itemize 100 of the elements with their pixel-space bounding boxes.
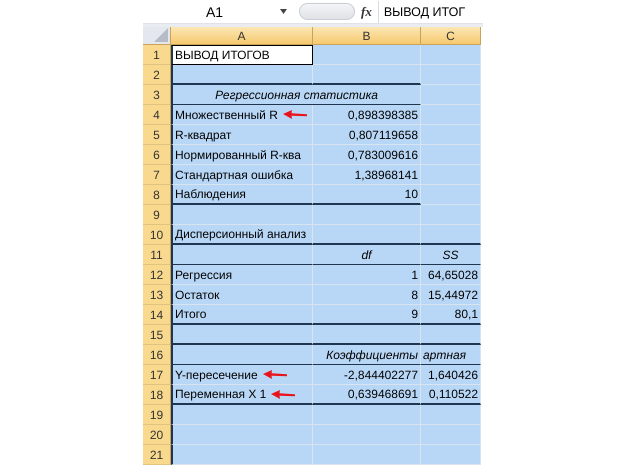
spreadsheet-cell[interactable] bbox=[421, 445, 481, 465]
row-header[interactable]: 11 bbox=[143, 245, 171, 265]
spreadsheet-cell[interactable] bbox=[171, 325, 313, 345]
cell-text: 1 bbox=[411, 268, 418, 282]
spreadsheet-cell[interactable]: df bbox=[313, 245, 421, 265]
select-all-button[interactable] bbox=[143, 27, 171, 45]
spreadsheet-cell[interactable] bbox=[421, 405, 481, 425]
cell-text: Регрессия bbox=[175, 268, 232, 282]
spreadsheet-cell[interactable] bbox=[313, 45, 421, 65]
spreadsheet-cell[interactable]: 0,807119658 bbox=[313, 125, 421, 145]
row-header[interactable]: 16 bbox=[143, 345, 171, 365]
spreadsheet-cell[interactable]: Остаток bbox=[171, 285, 313, 305]
spreadsheet-cell[interactable] bbox=[171, 405, 313, 425]
cell-text: Наблюдения bbox=[175, 187, 246, 201]
spreadsheet-cell[interactable]: Итого bbox=[171, 305, 313, 325]
spreadsheet-cell[interactable]: Нормированный R-ква bbox=[171, 145, 313, 165]
row-header[interactable]: 15 bbox=[143, 325, 171, 345]
spreadsheet-cell[interactable]: Дисперсионный анализ bbox=[171, 225, 313, 245]
splitter-handle[interactable] bbox=[299, 3, 355, 20]
row-header[interactable]: 8 bbox=[143, 185, 171, 205]
spreadsheet-cell[interactable]: 0,783009616 bbox=[313, 145, 421, 165]
spreadsheet-cell[interactable] bbox=[313, 425, 421, 445]
spreadsheet-cell[interactable]: 0,898398385 bbox=[313, 105, 421, 125]
spreadsheet-cell[interactable] bbox=[421, 65, 481, 85]
spreadsheet-cell[interactable]: Переменная X 1 bbox=[171, 385, 313, 405]
spreadsheet-cell[interactable]: 15,44972 bbox=[421, 285, 481, 305]
spreadsheet-cell[interactable] bbox=[421, 205, 481, 225]
spreadsheet-cell[interactable]: ВЫВОД ИТОГОВ bbox=[171, 45, 313, 65]
spreadsheet-cell[interactable]: 8 bbox=[313, 285, 421, 305]
spreadsheet-cell[interactable]: Регрессионная статистика bbox=[171, 85, 421, 105]
spreadsheet-cell[interactable] bbox=[421, 105, 481, 125]
spreadsheet-cell[interactable]: 0,110522 bbox=[421, 385, 481, 405]
spreadsheet-cell[interactable] bbox=[313, 205, 421, 225]
spreadsheet-cell[interactable] bbox=[313, 225, 421, 245]
spreadsheet-cell[interactable] bbox=[171, 245, 313, 265]
row-header[interactable]: 13 bbox=[143, 285, 171, 305]
spreadsheet-cell[interactable] bbox=[313, 65, 421, 85]
spreadsheet-cell[interactable] bbox=[421, 425, 481, 445]
spreadsheet-cell[interactable] bbox=[171, 65, 313, 85]
spreadsheet-cell[interactable]: 64,65028 bbox=[421, 265, 481, 285]
spreadsheet-cell[interactable]: Коэффициенты bbox=[313, 345, 421, 365]
cell-text: 10 bbox=[404, 187, 418, 201]
column-header[interactable]: B bbox=[313, 27, 421, 45]
column-header[interactable]: A bbox=[171, 27, 313, 45]
spreadsheet-cell[interactable] bbox=[421, 125, 481, 145]
spreadsheet-cell[interactable]: 1,640426 bbox=[421, 365, 481, 385]
spreadsheet-cell[interactable]: Регрессия bbox=[171, 265, 313, 285]
row-header[interactable]: 21 bbox=[143, 445, 171, 465]
row-header[interactable]: 3 bbox=[143, 85, 171, 105]
spreadsheet-cell[interactable] bbox=[421, 325, 481, 345]
spreadsheet-cell[interactable]: Наблюдения bbox=[171, 185, 313, 205]
spreadsheet-cell[interactable] bbox=[421, 225, 481, 245]
cell-text: 15,44972 bbox=[428, 288, 478, 302]
spreadsheet-cell[interactable]: 1 bbox=[313, 265, 421, 285]
spreadsheet-cell[interactable]: SS bbox=[421, 245, 481, 265]
column-header[interactable]: C bbox=[421, 27, 481, 45]
row-header[interactable]: 14 bbox=[143, 305, 171, 325]
spreadsheet-cell[interactable] bbox=[421, 165, 481, 185]
spreadsheet-cell[interactable]: Множественный R bbox=[171, 105, 313, 125]
row-header[interactable]: 6 bbox=[143, 145, 171, 165]
spreadsheet-cell[interactable] bbox=[171, 205, 313, 225]
spreadsheet-cell[interactable] bbox=[313, 325, 421, 345]
spreadsheet-cell[interactable] bbox=[313, 405, 421, 425]
cell-text: Множественный R bbox=[175, 108, 278, 122]
row-header[interactable]: 20 bbox=[143, 425, 171, 445]
row-header[interactable]: 1 bbox=[143, 45, 171, 65]
spreadsheet-cell[interactable]: 10 bbox=[313, 185, 421, 205]
triangle-icon[interactable] bbox=[154, 28, 168, 42]
spreadsheet-cell[interactable]: 0,639468691 bbox=[313, 385, 421, 405]
row-header[interactable]: 17 bbox=[143, 365, 171, 385]
spreadsheet-cell[interactable]: R-квадрат bbox=[171, 125, 313, 145]
name-box[interactable]: A1 bbox=[143, 2, 293, 22]
spreadsheet-cell[interactable]: 9 bbox=[313, 305, 421, 325]
caret-icon[interactable] bbox=[280, 9, 287, 14]
row-header[interactable]: 9 bbox=[143, 205, 171, 225]
spreadsheet-cell[interactable]: Y-пересечение bbox=[171, 365, 313, 385]
spreadsheet-cell[interactable]: 80,1 bbox=[421, 305, 481, 325]
spreadsheet-cell[interactable] bbox=[171, 445, 313, 465]
spreadsheet-cell[interactable] bbox=[171, 345, 313, 365]
row-header[interactable]: 4 bbox=[143, 105, 171, 125]
spreadsheet-cell[interactable]: 1,38968141 bbox=[313, 165, 421, 185]
row-header[interactable]: 5 bbox=[143, 125, 171, 145]
spreadsheet-cell[interactable] bbox=[171, 425, 313, 445]
insert-function-button[interactable]: fx bbox=[361, 4, 372, 20]
cell-text: Y-пересечение bbox=[175, 368, 258, 382]
row-header[interactable]: 18 bbox=[143, 385, 171, 405]
spreadsheet-cell[interactable]: Стандартная ошибка bbox=[171, 165, 313, 185]
row-header[interactable]: 19 bbox=[143, 405, 171, 425]
formula-field[interactable]: ВЫВОД ИТОГ bbox=[378, 0, 466, 22]
row-header[interactable]: 7 bbox=[143, 165, 171, 185]
spreadsheet-cell[interactable] bbox=[421, 45, 481, 65]
spreadsheet-cell[interactable] bbox=[313, 445, 421, 465]
spreadsheet-cell[interactable]: артная bbox=[421, 345, 481, 365]
spreadsheet-cell[interactable] bbox=[421, 145, 481, 165]
spreadsheet-cell[interactable] bbox=[421, 85, 481, 105]
row-header[interactable]: 2 bbox=[143, 65, 171, 85]
row-header[interactable]: 10 bbox=[143, 225, 171, 245]
row-header[interactable]: 12 bbox=[143, 265, 171, 285]
spreadsheet-cell[interactable]: -2,844402277 bbox=[313, 365, 421, 385]
spreadsheet-cell[interactable] bbox=[421, 185, 481, 205]
